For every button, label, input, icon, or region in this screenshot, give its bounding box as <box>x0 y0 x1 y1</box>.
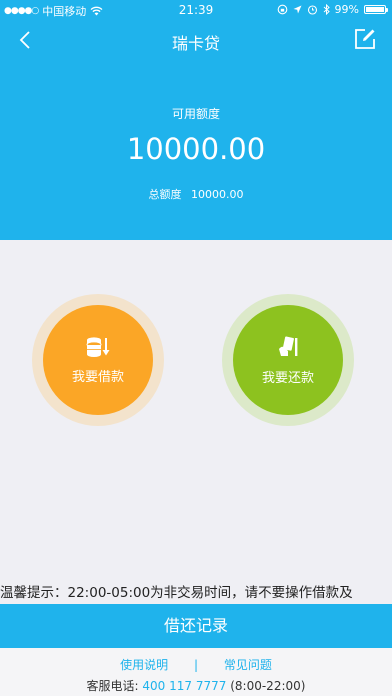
notice-marquee: 温馨提示：22:00-05:00为非交易时间，请不要操作借款及 <box>0 585 353 601</box>
service-label: 客服电话: <box>86 679 139 693</box>
available-credit-value: 10000.00 <box>126 132 266 166</box>
available-credit-label: 可用额度 <box>171 107 220 121</box>
edit-icon[interactable] <box>354 28 376 50</box>
repay-button[interactable]: 我要还款 <box>233 305 343 415</box>
usage-guide-link[interactable]: 使用说明 <box>120 658 168 672</box>
total-credit-row: 总额度 10000.00 <box>0 186 392 202</box>
customer-service: 客服电话: 400 117 7777 (8:00-22:00) <box>0 677 392 694</box>
bluetooth-icon <box>323 4 330 15</box>
borrow-label: 我要借款 <box>71 369 124 385</box>
coins-icon <box>86 336 110 357</box>
service-hours: (8:00-22:00) <box>230 679 306 693</box>
total-credit-value: 10000.00 <box>191 188 244 201</box>
status-bar: ●●●●○ 中国移动 21:39 99% <box>0 0 392 20</box>
repay-ring: 我要还款 <box>222 294 354 426</box>
battery-icon <box>364 5 388 14</box>
faq-link[interactable]: 常见问题 <box>224 658 272 672</box>
status-right: 99% <box>277 3 388 16</box>
borrow-button[interactable]: 我要借款 <box>43 305 153 415</box>
total-credit-label: 总额度 <box>148 188 182 201</box>
service-phone-link[interactable]: 400 117 7777 <box>142 679 226 693</box>
page-title: 瑞卡贷 <box>171 34 220 53</box>
borrow-ring: 我要借款 <box>32 294 164 426</box>
loan-record-button[interactable]: 借还记录 <box>0 604 392 648</box>
repay-label: 我要还款 <box>261 370 314 386</box>
link-separator: | <box>193 658 199 672</box>
location-icon <box>293 5 302 14</box>
alarm-icon <box>307 5 317 15</box>
nav-bar: 瑞卡贷 <box>0 20 392 60</box>
footer: 使用说明 | 常见问题 客服电话: 400 117 7777 (8:00-22:… <box>0 648 392 696</box>
credit-panel: 可用额度 10000.00 总额度 10000.00 <box>0 60 392 240</box>
battery-percent: 99% <box>334 3 359 16</box>
footer-links: 使用说明 | 常见问题 <box>0 656 392 673</box>
orientation-lock-icon <box>277 4 287 15</box>
repay-hand-icon <box>279 335 298 356</box>
